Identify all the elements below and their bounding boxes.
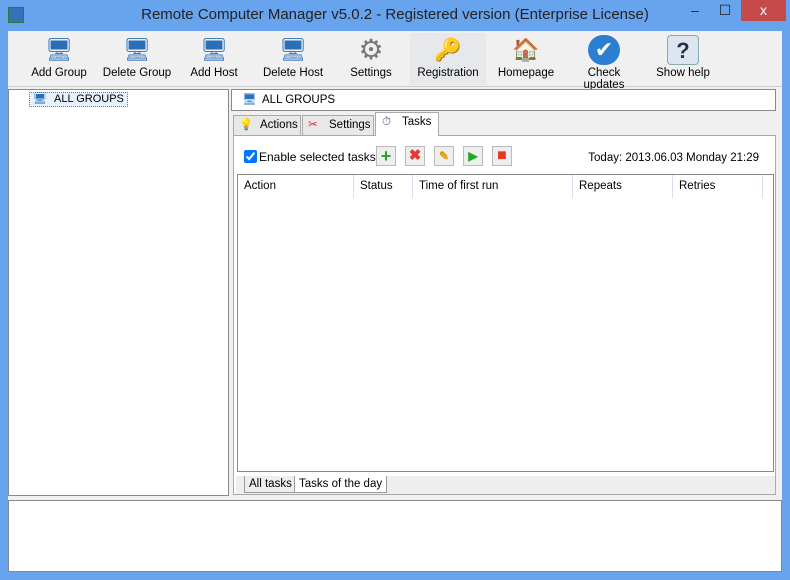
tab-settings[interactable]: ✂ Settings: [302, 115, 374, 135]
group-tree[interactable]: 🖥 ALL GROUPS: [8, 89, 229, 496]
homepage-button[interactable]: 🏠 Homepage: [496, 33, 556, 85]
enable-selected-tasks-checkbox[interactable]: Enable selected tasks: [244, 150, 376, 164]
add-group-icon: 🖥: [45, 37, 73, 62]
run-task-button[interactable]: ▶: [463, 146, 483, 166]
column-header-status[interactable]: Status: [354, 175, 413, 198]
tab-label: Tasks: [402, 116, 432, 128]
minimize-button[interactable]: –: [680, 0, 710, 21]
checkmark-icon: ✔: [588, 35, 620, 65]
stop-task-button[interactable]: ■: [492, 146, 512, 166]
add-group-button[interactable]: 🖥 Add Group: [28, 33, 90, 85]
tab-tasks[interactable]: ⏱ Tasks: [375, 112, 439, 136]
check-updates-button[interactable]: ✔ Check updates: [566, 33, 642, 91]
tools-icon: ✂: [308, 119, 318, 131]
add-host-label: Add Host: [190, 67, 238, 79]
play-icon: ▶: [468, 149, 478, 163]
help-icon: ?: [667, 35, 699, 65]
add-host-icon: 🖥: [200, 37, 228, 62]
tab-actions[interactable]: 💡 Actions: [233, 115, 301, 135]
tree-item-label: ALL GROUPS: [54, 93, 124, 105]
main-frame: 🖥 Add Group 🖥 Delete Group 🖥 Add Host 🖥 Dele…: [8, 31, 782, 572]
tab-label: Settings: [329, 119, 371, 131]
checkbox-label: Enable selected tasks: [259, 150, 376, 164]
tree-item-all-groups[interactable]: 🖥 ALL GROUPS: [29, 92, 128, 107]
homepage-label: Homepage: [497, 67, 555, 79]
stop-icon: ■: [497, 147, 507, 164]
registration-button[interactable]: 🔑 Registration: [410, 33, 486, 85]
column-header-repeats[interactable]: Repeats: [573, 175, 673, 198]
show-help-button[interactable]: ? Show help: [654, 33, 712, 85]
stopwatch-icon: ⏱: [382, 116, 391, 128]
column-header-time-of-first-run[interactable]: Time of first run: [413, 175, 573, 198]
show-help-label: Show help: [656, 67, 710, 79]
plus-icon: +: [380, 146, 392, 166]
window-title: Remote Computer Manager v5.0.2 - Registe…: [141, 6, 649, 23]
column-header-action[interactable]: Action: [238, 175, 354, 198]
registration-label: Registration: [417, 67, 479, 79]
task-filter-tabs: All tasks Tasks of the day: [236, 476, 775, 494]
tab-all-tasks[interactable]: All tasks: [244, 476, 297, 493]
log-panel[interactable]: [8, 500, 782, 572]
add-group-label: Add Group: [31, 67, 87, 79]
breadcrumb-label: ALL GROUPS: [262, 94, 336, 106]
tasks-panel: Enable selected tasks + ✖ ✎ ▶ ■ Today: 2…: [233, 135, 776, 495]
gear-icon: ⚙: [358, 34, 384, 65]
today-label: Today: 2013.06.03 Monday 21:29: [588, 152, 759, 164]
delete-host-label: Delete Host: [262, 67, 324, 79]
breadcrumb: 🖥 ALL GROUPS: [231, 89, 776, 111]
settings-button[interactable]: ⚙ Settings: [344, 33, 398, 85]
column-header-retries[interactable]: Retries: [673, 175, 763, 198]
add-host-button[interactable]: 🖥 Add Host: [186, 33, 242, 85]
checkbox[interactable]: [244, 150, 257, 163]
delete-task-button[interactable]: ✖: [405, 146, 425, 166]
computers-icon: 🖥: [242, 94, 257, 106]
delete-host-icon: 🖥: [279, 37, 307, 62]
check-updates-label: Check updates: [583, 67, 625, 91]
bulb-icon: 💡: [239, 119, 254, 131]
close-button[interactable]: x: [741, 0, 786, 21]
settings-label: Settings: [350, 67, 392, 79]
keys-icon: 🔑: [434, 37, 462, 62]
add-task-button[interactable]: +: [376, 146, 396, 166]
tab-tasks-of-the-day[interactable]: Tasks of the day: [294, 476, 388, 493]
delete-icon: ✖: [408, 147, 422, 164]
computers-icon: 🖥: [33, 93, 47, 105]
toolbar: 🖥 Add Group 🖥 Delete Group 🖥 Add Host 🖥 Dele…: [8, 31, 782, 91]
home-icon: 🏠: [512, 37, 540, 62]
details-pane: 🖥 ALL GROUPS 💡 Actions ✂ Settings ⏱ Tasks En…: [231, 89, 780, 496]
delete-host-button[interactable]: 🖥 Delete Host: [258, 33, 328, 85]
tasks-table[interactable]: Action Status Time of first run Repeats …: [237, 174, 774, 472]
maximize-button[interactable]: ☐: [710, 0, 740, 21]
delete-group-icon: 🖥: [123, 37, 151, 62]
pencil-icon: ✎: [438, 149, 450, 163]
tab-label: Actions: [260, 119, 298, 131]
edit-task-button[interactable]: ✎: [434, 146, 454, 166]
delete-group-button[interactable]: 🖥 Delete Group: [102, 33, 172, 85]
delete-group-label: Delete Group: [102, 67, 172, 79]
